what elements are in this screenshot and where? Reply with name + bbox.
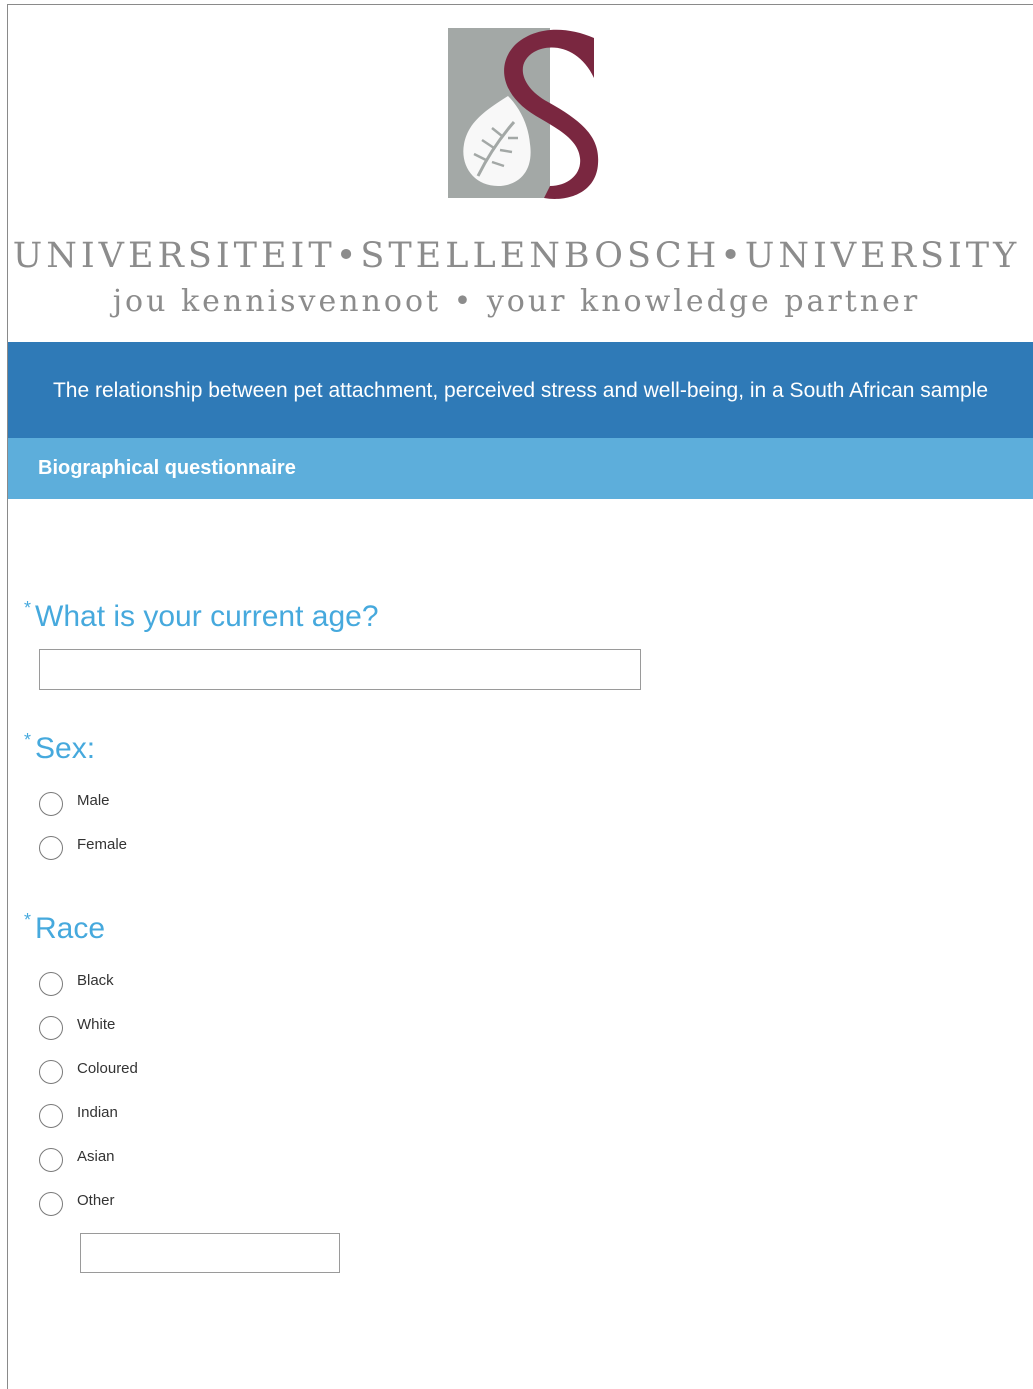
- option-label: Male: [77, 791, 110, 809]
- question-sex-label: Sex:: [35, 732, 96, 765]
- radio-option-indian[interactable]: Indian: [39, 1103, 118, 1129]
- question-age-label: What is your current age?: [35, 600, 379, 633]
- race-other-input[interactable]: [80, 1233, 340, 1273]
- option-label: Female: [77, 835, 128, 853]
- section-title: Biographical questionnaire: [38, 457, 296, 479]
- option-label: Asian: [77, 1147, 115, 1165]
- option-label: White: [77, 1015, 116, 1033]
- university-logo: [448, 28, 599, 199]
- radio-button[interactable]: [39, 836, 63, 860]
- question-age: * What is your current age?: [24, 598, 379, 634]
- radio-option-female[interactable]: Female: [39, 835, 127, 861]
- page-frame: [7, 4, 1033, 1389]
- radio-button[interactable]: [39, 1016, 63, 1040]
- question-race: * Race: [24, 910, 106, 946]
- radio-option-other[interactable]: Other: [39, 1191, 115, 1217]
- radio-button[interactable]: [39, 1148, 63, 1172]
- survey-title-bar: The relationship between pet attachment,…: [8, 342, 1033, 438]
- option-label: Other: [77, 1191, 115, 1209]
- question-race-label: Race: [35, 912, 106, 945]
- radio-option-black[interactable]: Black: [39, 971, 114, 997]
- radio-button[interactable]: [39, 972, 63, 996]
- radio-button[interactable]: [39, 1060, 63, 1084]
- radio-button[interactable]: [39, 1104, 63, 1128]
- option-label: Indian: [77, 1103, 118, 1121]
- radio-option-asian[interactable]: Asian: [39, 1147, 115, 1173]
- question-sex: * Sex:: [24, 730, 96, 766]
- required-marker: *: [24, 598, 32, 618]
- radio-button[interactable]: [39, 1192, 63, 1216]
- required-marker: *: [24, 910, 32, 930]
- radio-button[interactable]: [39, 792, 63, 816]
- radio-option-white[interactable]: White: [39, 1015, 115, 1041]
- survey-title: The relationship between pet attachment,…: [52, 378, 989, 402]
- university-name: UNIVERSITEIT•STELLENBOSCH•UNIVERSITY: [12, 236, 1021, 276]
- required-marker: *: [24, 730, 32, 750]
- radio-option-male[interactable]: Male: [39, 791, 110, 817]
- option-label: Coloured: [77, 1059, 138, 1077]
- university-tagline: jou kennisvennoot • your knowledge partn…: [112, 284, 921, 319]
- section-header: Biographical questionnaire: [8, 438, 1033, 499]
- age-input[interactable]: [39, 649, 641, 690]
- option-label: Black: [77, 971, 114, 989]
- radio-option-coloured[interactable]: Coloured: [39, 1059, 138, 1085]
